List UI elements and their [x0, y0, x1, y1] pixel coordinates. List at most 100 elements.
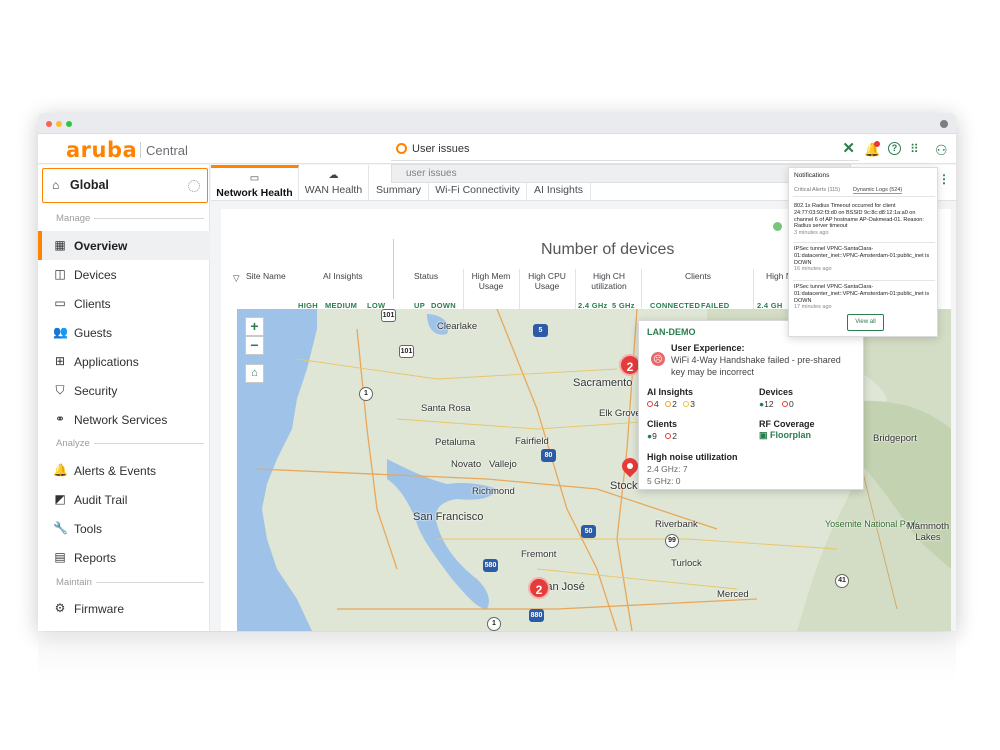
col-site-name[interactable]: Site Name	[246, 271, 286, 281]
sidebar-item-audit-trail[interactable]: ◩ Audit Trail	[38, 485, 210, 514]
map-home-button[interactable]: ⌂	[245, 364, 264, 383]
close-window-dot[interactable]	[46, 121, 52, 127]
notification-badge	[874, 141, 880, 147]
reflection	[38, 632, 956, 682]
search-suggestion[interactable]: user issues	[391, 164, 851, 183]
apps-grid-icon[interactable]: ⠿	[910, 142, 919, 156]
notifications-panel: Notifications Critical Alerts (115) Dyna…	[788, 167, 938, 337]
logo-divider	[140, 142, 141, 158]
city-label: Sacramento	[573, 377, 633, 389]
monitor-icon: ▭	[249, 173, 260, 184]
col-ai-insights[interactable]: AI Insights	[323, 271, 363, 281]
user-icon[interactable]: ⚇	[935, 142, 948, 159]
sidebar: ⌂ Global Manage ▦ Overview ◫ Devices ▭ C…	[38, 165, 210, 631]
popup-clients-values: ●9 2	[647, 431, 677, 441]
shield-icon: ⛉	[55, 383, 65, 397]
notification-item[interactable]: IPSec tunnel VPNC-SantaClara-01:datacent…	[794, 284, 934, 311]
highway-shield: 99	[665, 534, 679, 548]
notification-item[interactable]: 802.1x Radius Timeout occurred for clien…	[794, 203, 934, 237]
site-cluster-marker[interactable]: 2	[528, 577, 550, 599]
popup-site-name[interactable]: LAN-DEMO	[647, 327, 696, 337]
maximize-window-dot[interactable]	[66, 121, 72, 127]
city-label: Richmond	[472, 486, 515, 497]
scope-selector[interactable]: ⌂ Global	[42, 168, 208, 203]
more-options-icon[interactable]: ⋮	[938, 172, 950, 186]
highway-shield: 580	[483, 559, 498, 572]
zoom-in-button[interactable]: +	[245, 317, 264, 336]
sidebar-item-clients[interactable]: ▭ Clients	[38, 289, 210, 318]
city-label: Vallejo	[489, 459, 517, 470]
col-high-ch[interactable]: High CH utilization	[579, 271, 639, 291]
sidebar-item-tools[interactable]: 🔧 Tools	[38, 514, 210, 543]
col-high-mem[interactable]: High Mem Usage	[467, 271, 515, 291]
sidebar-item-alerts-events[interactable]: 🔔 Alerts & Events	[38, 456, 210, 485]
popup-clients-heading: Clients	[647, 419, 678, 429]
city-label: Merced	[717, 589, 749, 600]
account-icon[interactable]	[940, 120, 948, 128]
city-label: Fremont	[521, 549, 557, 560]
city-label: Turlock	[671, 558, 702, 569]
filter-icon[interactable]: ▽	[233, 273, 240, 283]
tab-dynamic-logs[interactable]: Dynamic Logs (524)	[853, 187, 903, 194]
city-label: San Francisco	[413, 511, 484, 523]
col-high-cpu[interactable]: High CPU Usage	[523, 271, 571, 291]
popup-noise-24: 2.4 GHz: 7	[647, 464, 688, 474]
sidebar-item-security[interactable]: ⛉ Security	[38, 376, 210, 405]
clear-search-icon[interactable]: ✕	[842, 139, 855, 157]
popup-ai-heading: AI Insights	[647, 387, 694, 397]
view-all-button[interactable]: View all	[847, 314, 884, 331]
highway-shield: 41	[835, 574, 849, 588]
notifications-title: Notifications	[794, 172, 830, 179]
sidebar-item-firmware[interactable]: ⚙ Firmware	[38, 594, 210, 623]
sad-face-icon: ☹	[651, 352, 665, 366]
highway-shield: 1	[487, 617, 501, 631]
sidebar-item-guests[interactable]: 👥 Guests	[38, 318, 210, 347]
section-manage: Manage	[44, 213, 204, 224]
devices-icon: ◫	[54, 267, 66, 281]
product-name: Central	[146, 143, 188, 158]
aruba-logo[interactable]: aruba	[66, 138, 137, 162]
highway-shield: 80	[541, 449, 556, 462]
col-clients[interactable]: Clients	[685, 271, 711, 281]
loading-spinner-icon	[188, 180, 200, 192]
city-label: Clearlake	[437, 321, 478, 332]
city-label: Bridgeport	[873, 433, 917, 444]
sidebar-item-reports[interactable]: ▤ Reports	[38, 543, 210, 572]
sidebar-item-applications[interactable]: ⊞ Applications	[38, 347, 210, 376]
audit-icon: ◩	[54, 492, 66, 506]
section-maintain: Maintain	[44, 577, 204, 588]
sidebar-item-devices[interactable]: ◫ Devices	[38, 260, 210, 289]
site-info-popup: LAN-DEMO ☹ User Experience: WiFi 4-Way H…	[638, 320, 864, 490]
search-bar[interactable]: ✕	[391, 139, 859, 161]
popup-devices-values: ●12 0	[759, 399, 794, 409]
notification-item[interactable]: IPSec tunnel VPNC-SantaClara-01:datacent…	[794, 246, 934, 273]
gear-icon: ⚙	[54, 601, 66, 615]
city-label: Mammoth Lakes	[906, 521, 950, 543]
tab-critical-alerts[interactable]: Critical Alerts (115)	[794, 187, 840, 193]
header-divider	[393, 239, 394, 299]
tab-network-health[interactable]: ▭ Network Health	[211, 165, 299, 201]
sidebar-item-overview[interactable]: ▦ Overview	[38, 231, 210, 260]
home-icon: ⌂	[52, 178, 60, 192]
col-status[interactable]: Status	[414, 271, 438, 281]
highway-shield: 101	[381, 309, 396, 322]
city-label: Elk Grove	[599, 408, 641, 419]
city-label: Petaluma	[435, 437, 476, 448]
city-label: Santa Rosa	[421, 403, 471, 414]
tab-wan-health[interactable]: ☁ WAN Health	[299, 165, 369, 201]
chart-title: Number of devices	[541, 241, 675, 258]
floorplan-link[interactable]: ▣ Floorplan	[759, 430, 811, 441]
highway-shield: 880	[529, 609, 544, 622]
zoom-out-button[interactable]: −	[245, 336, 264, 355]
minimize-window-dot[interactable]	[56, 121, 62, 127]
applications-icon: ⊞	[54, 354, 66, 368]
search-input[interactable]	[412, 140, 832, 158]
network-icon: ⚭	[54, 412, 66, 426]
popup-devices-heading: Devices	[759, 387, 794, 397]
help-icon[interactable]: ?	[888, 142, 901, 155]
title-bar	[38, 113, 956, 134]
bell-icon: 🔔	[53, 463, 68, 477]
highway-shield: 1	[359, 387, 373, 401]
city-label: Novato	[451, 459, 482, 470]
sidebar-item-network-services[interactable]: ⚭ Network Services	[38, 405, 210, 434]
